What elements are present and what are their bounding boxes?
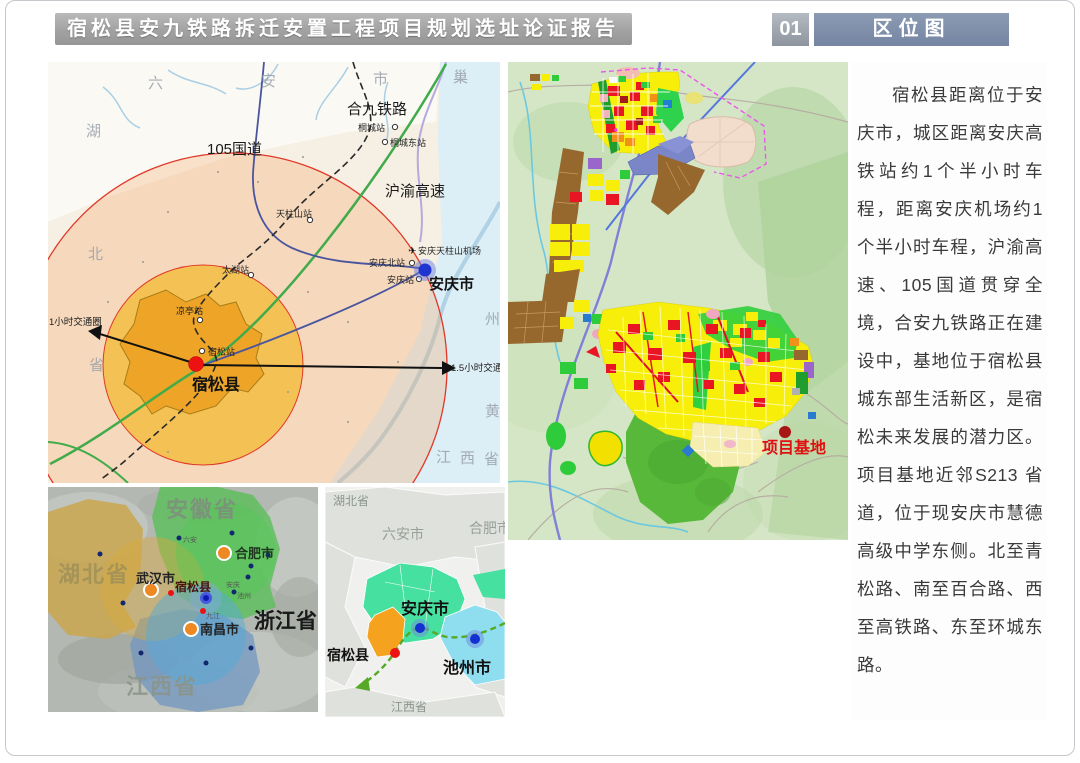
landuse-planning-map: 项目基地 (508, 62, 848, 540)
susong-county-label: 宿松县 (192, 375, 240, 394)
station-tianzhushan: 天柱山站 (276, 208, 312, 219)
susong-dot (189, 357, 204, 372)
anqing-label: 安庆市 (401, 599, 449, 618)
hefei-dot (217, 546, 231, 560)
section-title: 区位图 (814, 13, 1009, 46)
reserve-parcel (687, 116, 756, 168)
station-anqingbei: 安庆北站 (369, 257, 405, 268)
anqing-label: 安庆 (226, 580, 240, 589)
station-tongcheng: 桐城站 (358, 122, 385, 133)
airport-label: 安庆天柱山机场 (418, 245, 481, 256)
station-anqing: 安庆站 (387, 274, 414, 285)
region-char: 省 (89, 357, 104, 374)
hubei-label: 湖北省 (333, 493, 369, 508)
station-liangting: 凉亭站 (176, 305, 203, 316)
report-page: 宿松县安九铁路拆迁安置工程项目规划选址论证报告 01 区位图 六 安 市 (0, 0, 1080, 763)
hubei-label: 湖北省 (58, 562, 130, 587)
luan-label: 六安 (183, 535, 197, 544)
nanchang-label: 南昌市 (200, 622, 239, 637)
national-road-label: 105国道 (207, 141, 262, 158)
hefei-label: 合肥市 (469, 520, 505, 536)
susong-inner-dot (203, 595, 209, 601)
station-tongchengdong: 桐城东站 (390, 137, 426, 148)
ring-inner-label: 1小时交通圈 (49, 316, 102, 328)
region-char: 省 (484, 451, 499, 468)
anqing-city-dot (419, 264, 432, 277)
region-char: 州 (485, 311, 500, 328)
zhejiang-label: 浙江省 (254, 610, 317, 633)
hill-shade (695, 478, 731, 506)
report-title: 宿松县安九铁路拆迁安置工程项目规划选址论证报告 (55, 13, 632, 45)
anqing-dot (415, 623, 425, 633)
ring-outer-label: 1.5小时交通圈 (451, 362, 500, 374)
airport-icon: ✈ (408, 246, 416, 257)
region-char: 江 (436, 449, 451, 466)
province-overview-map: 安徽省 湖北省 江西省 浙江省 合肥市 武汉市 南昌市 宿松县 六安 安庆 池州… (48, 487, 318, 712)
jiangxi-label: 江西省 (126, 674, 198, 699)
nanchang-dot (184, 622, 198, 636)
page-number-badge: 01 (772, 13, 809, 46)
region-char: 北 (88, 246, 103, 263)
pond-area (685, 92, 703, 104)
anhui-label: 安徽省 (166, 497, 238, 522)
regional-transport-map: 六 安 市 巢 湖 北 省 州 黄 江 西 省 桐城站 桐城东站 天柱山站 太湖… (48, 62, 500, 483)
chizhou-dot (470, 634, 480, 644)
station-susong: 宿松站 (208, 346, 235, 357)
region-char: 巢 (453, 69, 468, 86)
expressway-label: 沪渝高速 (385, 183, 445, 200)
jiangxi-label: 江西省 (391, 700, 427, 714)
location-description-panel: 宿松县距离位于安庆市，城区距离安庆高铁站约1个半小时车程，距离安庆机场约1个半小… (851, 62, 1047, 720)
region-char: 西 (460, 450, 475, 467)
region-char: 黄 (485, 403, 500, 420)
anqing-city-label: 安庆市 (429, 275, 474, 293)
region-char: 六 (148, 75, 163, 92)
luan-label: 六安市 (382, 526, 424, 542)
susong-dot (390, 648, 400, 658)
hefei-label: 合肥市 (235, 546, 274, 561)
region-char: 湖 (86, 123, 101, 140)
location-description-text: 宿松县距离位于安庆市，城区距离安庆高铁站约1个半小时车程，距离安庆机场约1个半小… (857, 76, 1043, 684)
susong-label: 宿松县 (327, 647, 369, 663)
chizhou-label: 池州市 (443, 658, 491, 677)
corridor-route-map: 湖北省 六安市 合肥市 安庆市 宿松县 池州市 江西省 (325, 487, 505, 717)
railway-label: 合九铁路 (347, 101, 407, 118)
susong-label: 宿松县 (175, 579, 211, 594)
wuhan-label: 武汉市 (136, 571, 175, 586)
region-char: 安 (261, 73, 276, 90)
station-taihu: 太湖站 (222, 264, 249, 275)
jiujiang-label: 九江 (206, 611, 220, 620)
region-char: 市 (373, 71, 388, 88)
project-site-dot (779, 426, 791, 438)
chizhou-label: 池州 (237, 591, 251, 600)
project-site-label: 项目基地 (762, 438, 826, 457)
